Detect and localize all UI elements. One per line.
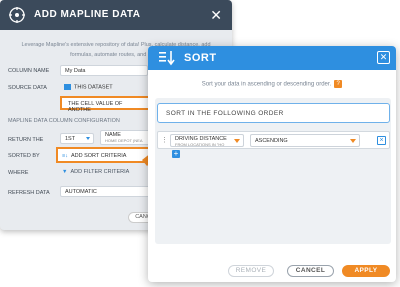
sort-description-text: Sort your data in ascending or descendin… bbox=[201, 81, 332, 88]
sort-dialog-header: SORT ✕ bbox=[148, 46, 396, 70]
add-sort-text: ADD SORT CRITERIA bbox=[70, 153, 127, 159]
sort-field-sub: FROM LOCATIONS IN "HO bbox=[175, 142, 225, 147]
filter-icon: ▼ bbox=[62, 169, 68, 175]
column-name-label: COLUMN NAME bbox=[8, 68, 50, 74]
dataset-icon bbox=[64, 84, 71, 90]
sort-icon: ≡↓ bbox=[62, 153, 68, 159]
add-criteria-button[interactable]: + bbox=[172, 150, 180, 158]
dialog-title: ADD MAPLINE DATA bbox=[34, 9, 141, 20]
sort-criteria-row: ⋮ DRIVING DISTANCE FROM LOCATIONS IN "HO… bbox=[157, 131, 390, 149]
add-filter-criteria-button[interactable]: ▼ ADD FILTER CRITERIA bbox=[62, 169, 129, 175]
cancel-button[interactable]: CANCEL bbox=[287, 265, 334, 277]
sort-criteria-panel: SORT IN THE FOLLOWING ORDER ⋮ DRIVING DI… bbox=[155, 98, 391, 244]
sort-order-heading: SORT IN THE FOLLOWING ORDER bbox=[157, 103, 390, 123]
return-rank-select[interactable]: 1ST bbox=[60, 133, 94, 144]
close-icon[interactable]: ✕ bbox=[210, 7, 222, 24]
return-field-sub: HOME DEPOT (NEA bbox=[105, 138, 143, 143]
where-label: WHERE bbox=[8, 170, 29, 176]
drag-handle-icon[interactable]: ⋮ bbox=[161, 136, 168, 146]
sort-dialog-title: SORT bbox=[184, 52, 217, 64]
sort-dialog: SORT ✕ Sort your data in ascending or de… bbox=[148, 46, 396, 282]
chevron-down-icon bbox=[350, 139, 356, 143]
close-icon[interactable]: ✕ bbox=[377, 51, 390, 64]
remove-button[interactable]: REMOVE bbox=[228, 265, 274, 277]
cell-value-option[interactable]: THE CELL VALUE OF ANOTHE bbox=[60, 96, 154, 113]
remove-row-icon[interactable]: × bbox=[377, 136, 386, 145]
sort-description: Sort your data in ascending or descendin… bbox=[148, 80, 396, 88]
sort-field-select[interactable]: DRIVING DISTANCE FROM LOCATIONS IN "HO bbox=[170, 134, 244, 147]
return-the-label: RETURN THE bbox=[8, 137, 44, 143]
sorted-by-label: SORTED BY bbox=[8, 153, 40, 159]
column-name-input[interactable]: My Data bbox=[60, 65, 148, 76]
config-section-heading: MAPLINE DATA COLUMN CONFIGURATION bbox=[8, 118, 120, 124]
mapline-data-icon bbox=[9, 7, 25, 23]
sort-icon bbox=[159, 51, 175, 66]
dialog-header: ADD MAPLINE DATA ✕ bbox=[0, 0, 232, 30]
chevron-down-icon bbox=[86, 137, 90, 140]
return-rank-text: 1ST bbox=[65, 136, 76, 142]
chevron-down-icon bbox=[234, 139, 240, 143]
sort-direction-text: ASCENDING bbox=[255, 138, 288, 144]
refresh-data-label: REFRESH DATA bbox=[8, 190, 50, 196]
source-data-label: SOURCE DATA bbox=[8, 85, 47, 91]
help-icon[interactable]: ? bbox=[334, 80, 343, 88]
dialog-footer: REMOVE CANCEL APPLY bbox=[148, 265, 396, 279]
add-filter-text: ADD FILTER CRITERIA bbox=[70, 169, 130, 175]
apply-button[interactable]: APPLY bbox=[342, 265, 390, 277]
refresh-data-select[interactable]: AUTOMATIC bbox=[60, 186, 150, 197]
source-data-value[interactable]: THIS DATASET bbox=[60, 82, 148, 93]
source-data-text: THIS DATASET bbox=[74, 84, 113, 91]
sort-direction-select[interactable]: ASCENDING bbox=[250, 134, 360, 147]
